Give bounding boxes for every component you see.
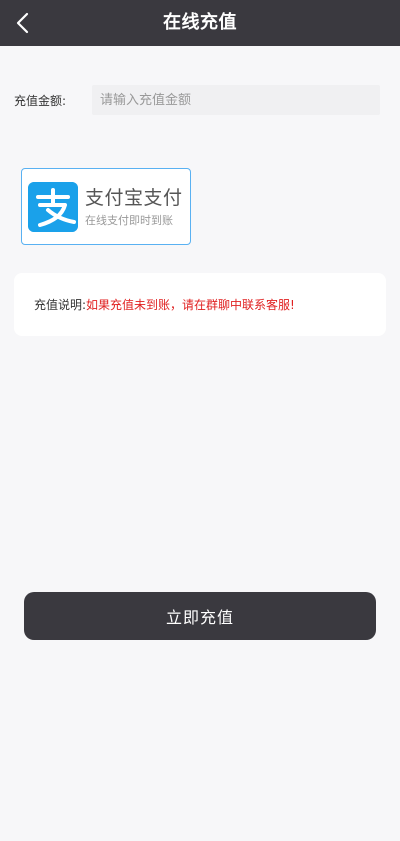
- alipay-icon: [28, 181, 78, 232]
- amount-label: 充值金额:: [14, 93, 67, 108]
- recharge-note-card: 充值说明: 如果充值未到账，请在群聊中联系客服!: [14, 273, 386, 336]
- note-text: 如果充值未到账，请在群聊中联系客服!: [86, 298, 295, 312]
- payment-name: 支付宝支付: [85, 186, 183, 209]
- amount-input[interactable]: [92, 85, 380, 115]
- top-bar: 在线充值: [0, 0, 400, 46]
- note-label: 充值说明:: [34, 298, 87, 312]
- page-title: 在线充值: [163, 12, 237, 33]
- recharge-now-button[interactable]: 立即充值: [24, 592, 376, 640]
- amount-row: 充值金额:: [14, 84, 380, 116]
- alipay-option[interactable]: 支付宝支付 在线支付即时到账: [21, 168, 191, 245]
- alipay-text: 支付宝支付 在线支付即时到账: [85, 186, 183, 228]
- payment-subtitle: 在线支付即时到账: [85, 213, 173, 227]
